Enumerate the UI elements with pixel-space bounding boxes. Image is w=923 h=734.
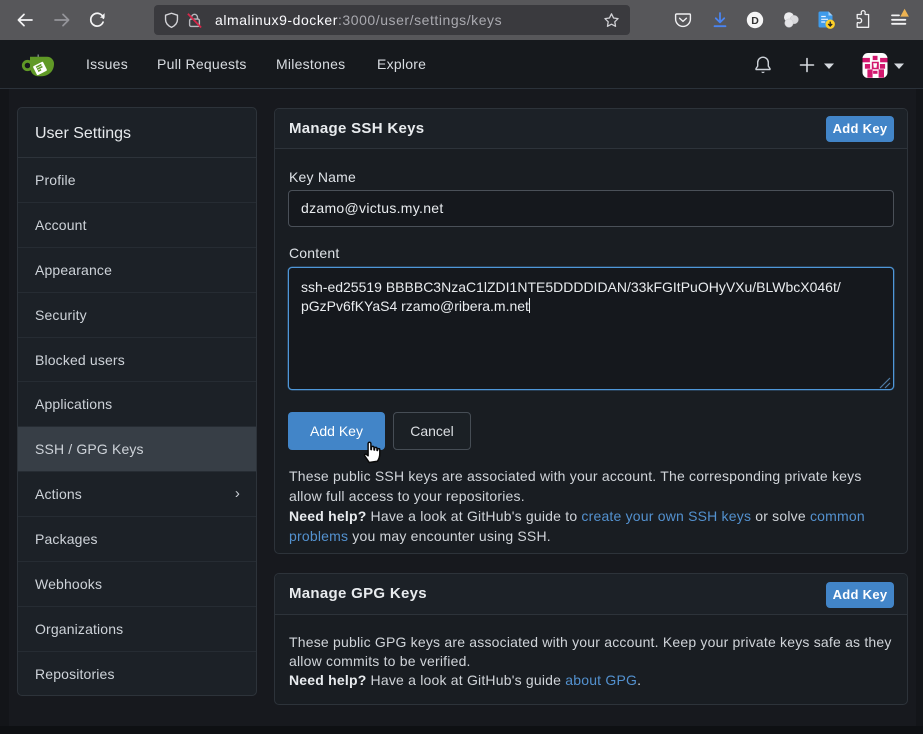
svg-text:D: D [751, 15, 759, 27]
